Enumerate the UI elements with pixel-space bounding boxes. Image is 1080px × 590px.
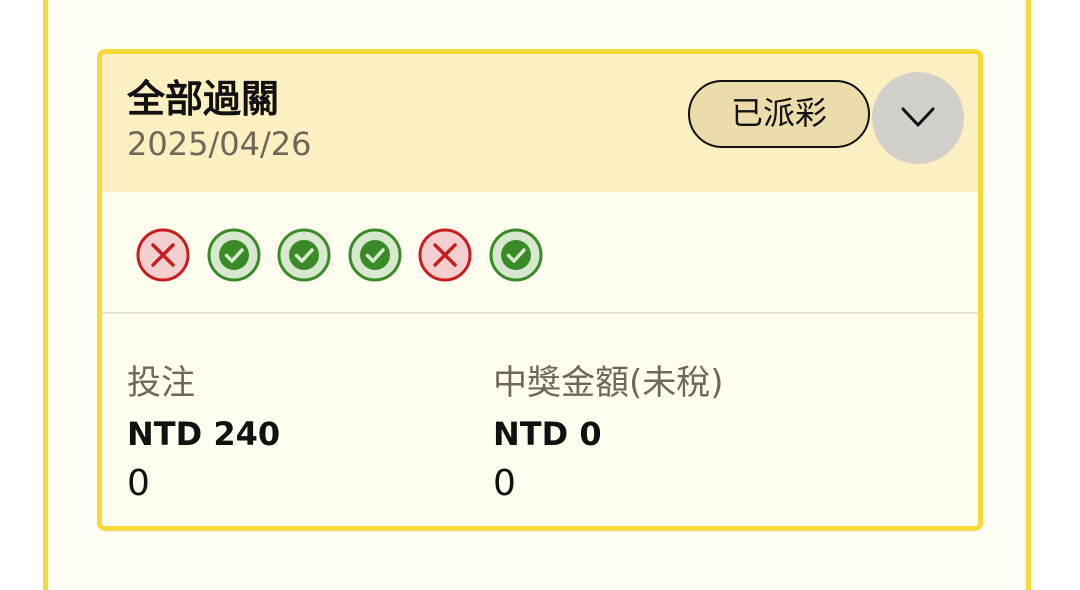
payout-amount: NTD 0 xyxy=(493,415,602,453)
check-icon xyxy=(488,227,544,283)
payout-label: 中獎金額(未稅) xyxy=(493,363,724,403)
leg-results-row xyxy=(102,192,978,312)
stake-amount: NTD 240 xyxy=(127,415,281,453)
bet-date: 2025/04/26 xyxy=(127,125,312,163)
check-icon xyxy=(206,227,262,283)
check-icon xyxy=(276,227,332,283)
cross-icon xyxy=(417,227,473,283)
check-icon xyxy=(347,227,403,283)
payout-sub-value: 0 xyxy=(493,463,516,504)
stake-label: 投注 xyxy=(127,363,195,403)
bet-summary: 投注 NTD 240 0 中獎金額(未稅) NTD 0 0 xyxy=(102,314,978,526)
expand-button[interactable] xyxy=(872,72,964,164)
bet-ticket-card: 全部過關 2025/04/26 已派彩 投注 NTD 240 0 中獎金額(未稅… xyxy=(97,49,983,531)
bet-type-title: 全部過關 xyxy=(127,77,280,121)
chevron-down-icon xyxy=(901,107,935,127)
stake-sub-value: 0 xyxy=(127,463,150,504)
cross-icon xyxy=(135,227,191,283)
card-header: 全部過關 2025/04/26 已派彩 xyxy=(102,54,978,192)
status-badge: 已派彩 xyxy=(688,80,870,148)
